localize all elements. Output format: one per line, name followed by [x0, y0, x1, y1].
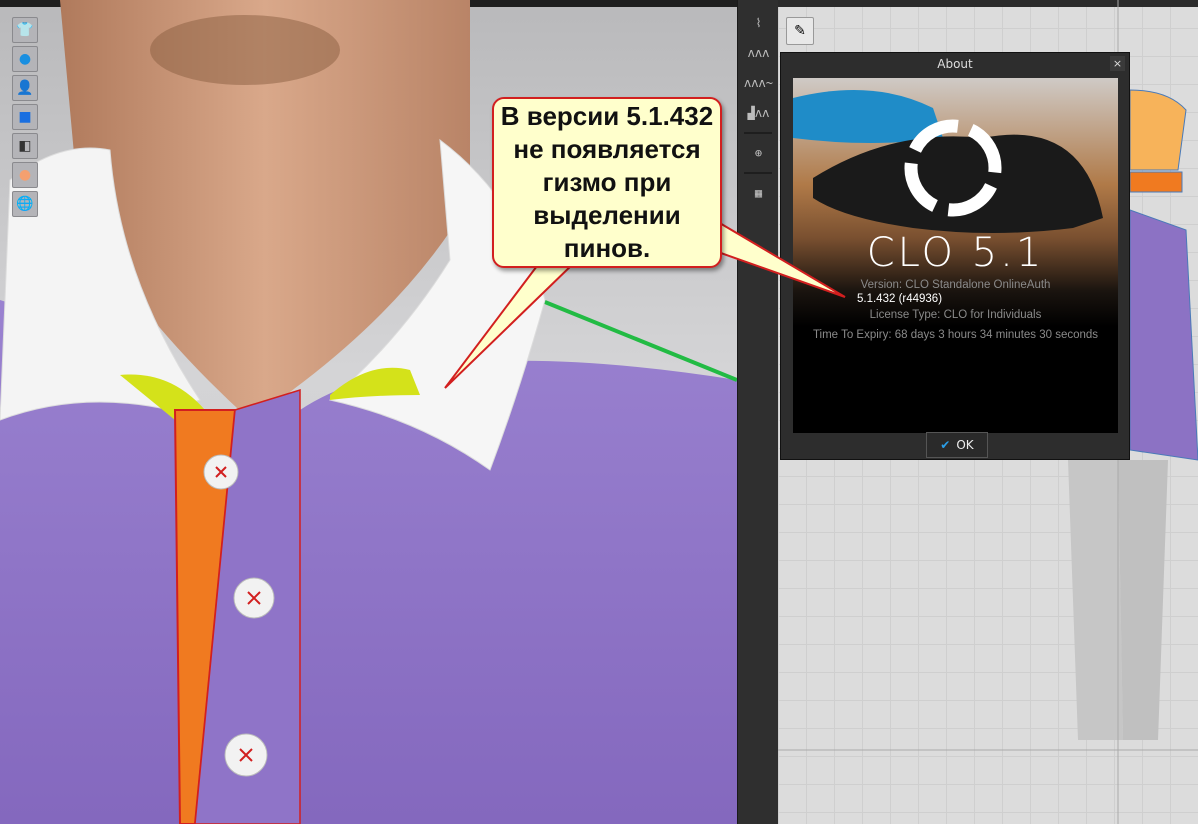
toolbar-divider: [744, 132, 772, 134]
toolbar-divider: [744, 172, 772, 174]
about-dialog: About × CLO 5.1 Version: CLO Standalone …: [780, 52, 1130, 460]
ok-label: OK: [956, 438, 974, 452]
viewport-toolbar: 👕 ● 👤 ■ ◧ ● 🌐: [12, 17, 38, 217]
show-avatar-icon[interactable]: 👤: [12, 75, 38, 101]
world-icon[interactable]: 🌐: [12, 191, 38, 217]
license-type: License Type: CLO for Individuals: [869, 309, 1042, 321]
version-number: 5.1.432 (r44936): [857, 293, 943, 305]
close-icon[interactable]: ×: [1110, 56, 1125, 71]
checkmark-icon: ✔: [940, 438, 951, 452]
clo-logo-text: CLO 5.1: [866, 230, 1045, 276]
annotation-callout: В версии 5.1.432 не появляется гизмо при…: [492, 97, 722, 268]
texture-icon[interactable]: ◧: [12, 133, 38, 159]
select-garment-icon[interactable]: ■: [12, 104, 38, 130]
show-pins-icon[interactable]: ●: [12, 46, 38, 72]
show-garment-icon[interactable]: 👕: [12, 17, 38, 43]
ok-button[interactable]: ✔ OK: [926, 432, 988, 458]
2d-toolbar: ⌇ ʌʌʌ ʌʌʌ~ ▟ʌʌ ⊕ ▦: [737, 0, 778, 824]
free-sewing-icon[interactable]: ʌʌʌ~: [738, 68, 779, 98]
time-to-expiry: Time To Expiry: 68 days 3 hours 34 minut…: [812, 329, 1099, 341]
splash-image: CLO 5.1 Version: CLO Standalone OnlineAu…: [793, 78, 1118, 433]
avatar-icon[interactable]: ●: [12, 162, 38, 188]
segment-sewing-icon[interactable]: ʌʌʌ: [738, 38, 779, 68]
sewing-machine-icon[interactable]: ▟ʌʌ: [738, 98, 779, 128]
version-label: Version: CLO Standalone OnlineAuth: [860, 279, 1051, 291]
edit-sewing-icon[interactable]: ⌇: [738, 8, 779, 38]
dialog-title-bar: About ×: [781, 53, 1129, 75]
dialog-title: About: [937, 57, 973, 71]
select-mesh-icon[interactable]: ▦: [738, 178, 779, 208]
add-pattern-icon[interactable]: ⊕: [738, 138, 779, 168]
